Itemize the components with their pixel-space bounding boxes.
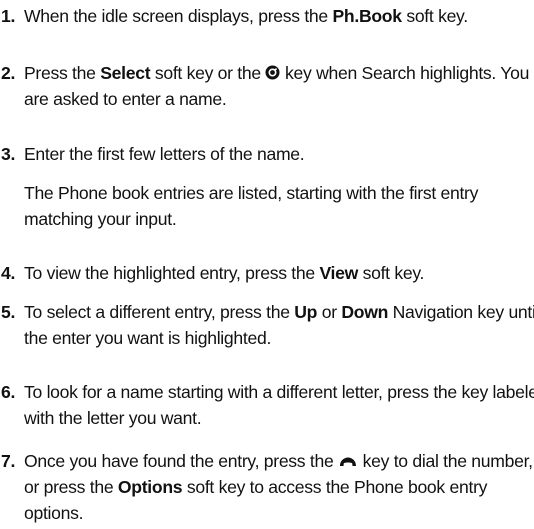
note-text: The Phone book entries are listed, start… — [24, 183, 479, 229]
step-number: 4. — [1, 263, 16, 283]
step-1: 1. When the idle screen displays, press … — [0, 3, 534, 29]
step-2: 2. Press the Select soft key or the key … — [0, 60, 534, 112]
view-soft-key-label: View — [319, 263, 359, 283]
down-key-label: Down — [341, 302, 389, 322]
step-number: 5. — [1, 302, 16, 322]
step-6: 6. To look for a name starting with a di… — [0, 379, 534, 431]
ph-book-soft-key-label: Ph.Book — [332, 6, 402, 26]
select-soft-key-label: Select — [100, 63, 151, 83]
step-text: To look for a name starting with a diffe… — [24, 382, 534, 428]
step-text: Press the Select soft key or the key whe… — [24, 63, 530, 109]
step-7: 7. Once you have found the entry, press … — [0, 448, 534, 526]
step-text: When the idle screen displays, press the… — [24, 6, 468, 26]
step-text: To select a different entry, press the U… — [24, 302, 534, 348]
instruction-document: 1. When the idle screen displays, press … — [0, 0, 534, 529]
options-soft-key-label: Options — [117, 477, 183, 497]
ok-key-icon — [265, 65, 280, 80]
step-text: Once you have found the entry, press the… — [24, 451, 533, 523]
step-text: Enter the first few letters of the name. — [24, 144, 305, 164]
step-3-note: The Phone book entries are listed, start… — [0, 180, 525, 232]
up-key-label: Up — [294, 302, 318, 322]
step-3: 3. Enter the first few letters of the na… — [0, 141, 534, 167]
step-5: 5. To select a different entry, press th… — [0, 299, 534, 351]
step-number: 3. — [1, 144, 16, 164]
step-number: 2. — [1, 63, 16, 83]
step-number: 7. — [1, 451, 16, 471]
step-number: 1. — [1, 6, 16, 26]
step-text: To view the highlighted entry, press the… — [24, 263, 425, 283]
send-key-icon — [338, 455, 358, 468]
step-4: 4. To view the highlighted entry, press … — [0, 260, 534, 286]
step-number: 6. — [1, 382, 16, 402]
